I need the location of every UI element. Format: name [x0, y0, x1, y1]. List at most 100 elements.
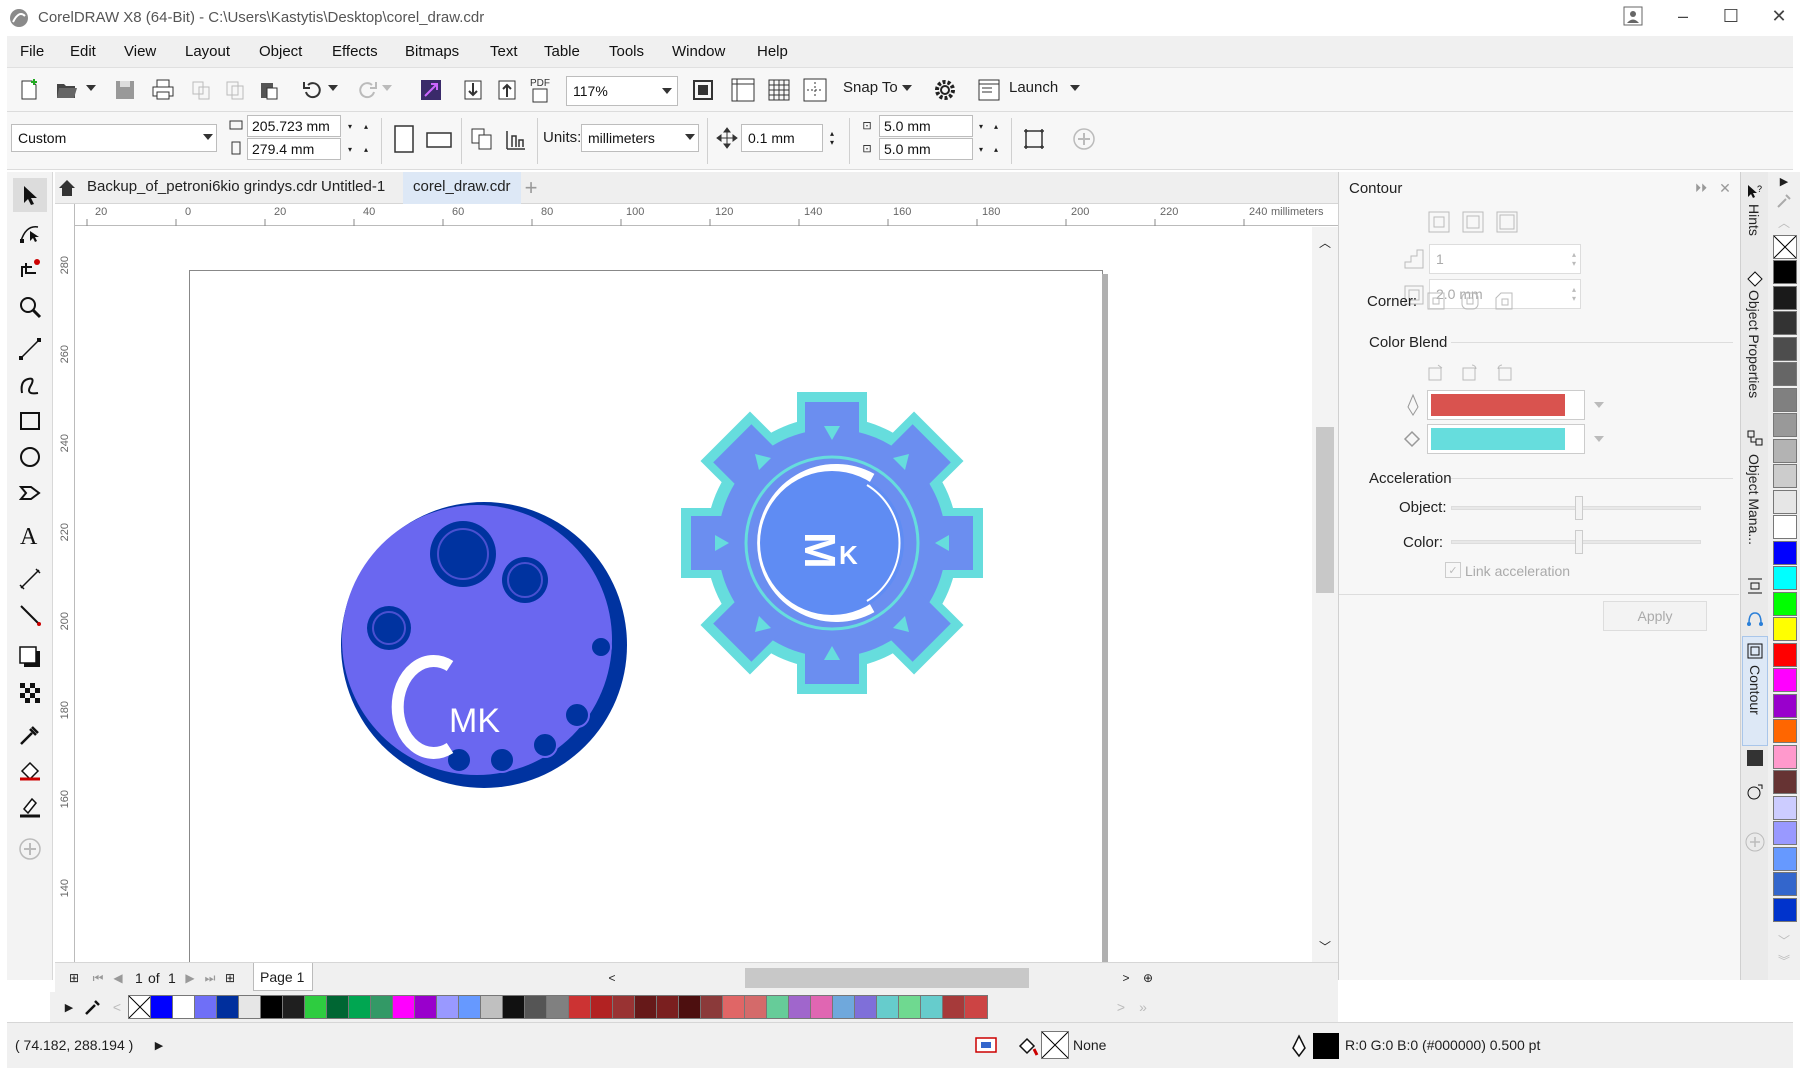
- fill-color-picker[interactable]: [1427, 424, 1585, 454]
- welcome-home-icon[interactable]: [55, 176, 79, 200]
- color-acceleration-handle[interactable]: [1575, 530, 1583, 554]
- interactive-fill-tool-icon[interactable]: [13, 754, 47, 788]
- launch-button[interactable]: Launch: [1009, 79, 1058, 96]
- horizontal-scroll-thumb[interactable]: [745, 968, 1029, 988]
- add-docker-icon[interactable]: [1745, 832, 1765, 852]
- duplicate-distance-y-field[interactable]: 5.0 mm: [879, 138, 973, 160]
- full-screen-preview-icon[interactable]: [689, 76, 717, 104]
- vpalette-swatch[interactable]: [1773, 260, 1797, 284]
- new-document-icon[interactable]: [15, 76, 43, 104]
- horizontal-ruler[interactable]: 20 0 20 40 60 80 100 120 140 160 180 200…: [75, 204, 1338, 226]
- palette-swatch[interactable]: [854, 995, 878, 1019]
- corner-miter-icon[interactable]: [1423, 288, 1449, 314]
- palette-swatch[interactable]: [744, 995, 768, 1019]
- page-height-stepper[interactable]: ▾: [341, 138, 359, 160]
- portrait-icon[interactable]: [389, 122, 419, 156]
- palette-swatch[interactable]: [568, 995, 592, 1019]
- launch-icon[interactable]: [975, 76, 1003, 104]
- corner-bevel-icon[interactable]: [1491, 288, 1517, 314]
- palette-swatch[interactable]: [524, 995, 548, 1019]
- print-icon[interactable]: [149, 76, 177, 104]
- drop-shadow-tool-icon[interactable]: [13, 640, 47, 674]
- vertical-ruler[interactable]: 280 260 240 220 200 180 160 140: [55, 204, 75, 962]
- redo-dropdown-icon[interactable]: [381, 82, 393, 94]
- vpalette-expand-icon[interactable]: ︾: [1774, 952, 1794, 968]
- palette-swatch[interactable]: [282, 995, 306, 1019]
- palette-swatch[interactable]: [480, 995, 504, 1019]
- palette-swatch[interactable]: [656, 995, 680, 1019]
- inside-contour-icon[interactable]: [1459, 208, 1487, 236]
- palette-swatch[interactable]: [832, 995, 856, 1019]
- vpalette-swatch[interactable]: [1773, 387, 1797, 412]
- vpalette-swatch[interactable]: [1773, 642, 1797, 667]
- palette-swatch[interactable]: [964, 995, 988, 1019]
- color-proof-icon[interactable]: [973, 1033, 999, 1059]
- units-dropdown-icon[interactable]: [683, 130, 697, 144]
- nudge-distance-field[interactable]: 0.1 mm: [741, 124, 823, 152]
- menu-table[interactable]: Table: [544, 43, 580, 60]
- vpalette-swatch[interactable]: [1773, 311, 1797, 335]
- search-content-icon[interactable]: [417, 76, 445, 104]
- options-gear-icon[interactable]: [931, 76, 959, 104]
- outside-contour-icon[interactable]: [1493, 208, 1521, 236]
- page-width-stepper[interactable]: ▾: [341, 115, 359, 137]
- next-page-icon[interactable]: ▶: [181, 969, 199, 987]
- palette-swatch[interactable]: [876, 995, 900, 1019]
- counter-clockwise-blend-icon[interactable]: [1491, 360, 1517, 386]
- menu-edit[interactable]: Edit: [70, 43, 96, 60]
- vpalette-swatch[interactable]: [1773, 285, 1797, 310]
- vpalette-swatch[interactable]: [1773, 744, 1797, 769]
- menu-window[interactable]: Window: [672, 43, 725, 60]
- menu-layout[interactable]: Layout: [185, 43, 230, 60]
- publish-pdf-icon[interactable]: PDF: [527, 74, 555, 106]
- duplicate-distance-x-field[interactable]: 5.0 mm: [879, 115, 973, 137]
- last-page-icon[interactable]: ⏭: [201, 969, 219, 987]
- hscroll-left-icon[interactable]: <: [603, 969, 621, 987]
- dup-x-up-icon[interactable]: ▴: [989, 115, 1003, 137]
- account-icon[interactable]: [1610, 0, 1656, 32]
- steps-stepper[interactable]: ▴ ▾: [1567, 244, 1581, 274]
- vpalette-swatch[interactable]: [1773, 617, 1797, 641]
- page-tab[interactable]: Page 1: [253, 963, 313, 991]
- palette-scroll-left-icon[interactable]: ▶: [62, 998, 76, 1016]
- vpalette-swatch[interactable]: [1773, 719, 1797, 743]
- palette-swatch[interactable]: [788, 995, 812, 1019]
- palette-swatch[interactable]: [216, 995, 240, 1019]
- palette-swatch[interactable]: [920, 995, 944, 1019]
- status-expand-icon[interactable]: ▶: [151, 1036, 167, 1054]
- crop-tool-icon[interactable]: [13, 252, 47, 286]
- palette-expand-icon[interactable]: »: [1134, 998, 1152, 1016]
- vpalette-down-icon[interactable]: ﹀: [1774, 932, 1794, 948]
- scroll-down-icon[interactable]: ﹀: [1316, 937, 1334, 955]
- color-styles-icon[interactable]: [1745, 748, 1765, 768]
- palette-swatch[interactable]: [304, 995, 328, 1019]
- vpalette-swatch[interactable]: [1773, 897, 1797, 922]
- object-manager-icon[interactable]: [1745, 428, 1765, 448]
- palette-swatch[interactable]: [612, 995, 636, 1019]
- palette-swatch[interactable]: [700, 995, 724, 1019]
- page-size-select[interactable]: Custom: [11, 124, 217, 152]
- new-tab-plus-icon[interactable]: +: [519, 175, 543, 200]
- object-acceleration-handle[interactable]: [1575, 496, 1583, 520]
- maximize-button[interactable]: ☐: [1708, 0, 1754, 32]
- vertical-scroll-thumb[interactable]: [1316, 427, 1334, 593]
- redo-icon[interactable]: [353, 76, 381, 104]
- vpalette-eyedropper-icon[interactable]: [1774, 192, 1794, 210]
- snap-to-dropdown-icon[interactable]: [901, 82, 913, 94]
- vpalette-swatch[interactable]: [1773, 821, 1797, 845]
- vpalette-swatch[interactable]: [1773, 846, 1797, 871]
- paste-icon[interactable]: [255, 76, 283, 104]
- vpalette-swatch[interactable]: [1773, 540, 1797, 565]
- vpalette-up-icon[interactable]: ︿: [1774, 214, 1794, 230]
- undo-icon[interactable]: [299, 76, 327, 104]
- freehand-tool-icon[interactable]: [13, 332, 47, 366]
- hscroll-right-icon[interactable]: >: [1117, 969, 1135, 987]
- units-select[interactable]: millimeters: [581, 124, 699, 152]
- minimize-button[interactable]: –: [1660, 0, 1706, 32]
- add-page-after-icon[interactable]: ⊞: [221, 969, 239, 987]
- outline-color-swatch[interactable]: [1313, 1033, 1339, 1059]
- vpalette-menu-icon[interactable]: ▶: [1774, 172, 1794, 190]
- fill-color-dropdown-icon[interactable]: [1589, 424, 1609, 454]
- vpalette-swatch[interactable]: [1773, 362, 1797, 386]
- align-icon[interactable]: [1745, 576, 1765, 596]
